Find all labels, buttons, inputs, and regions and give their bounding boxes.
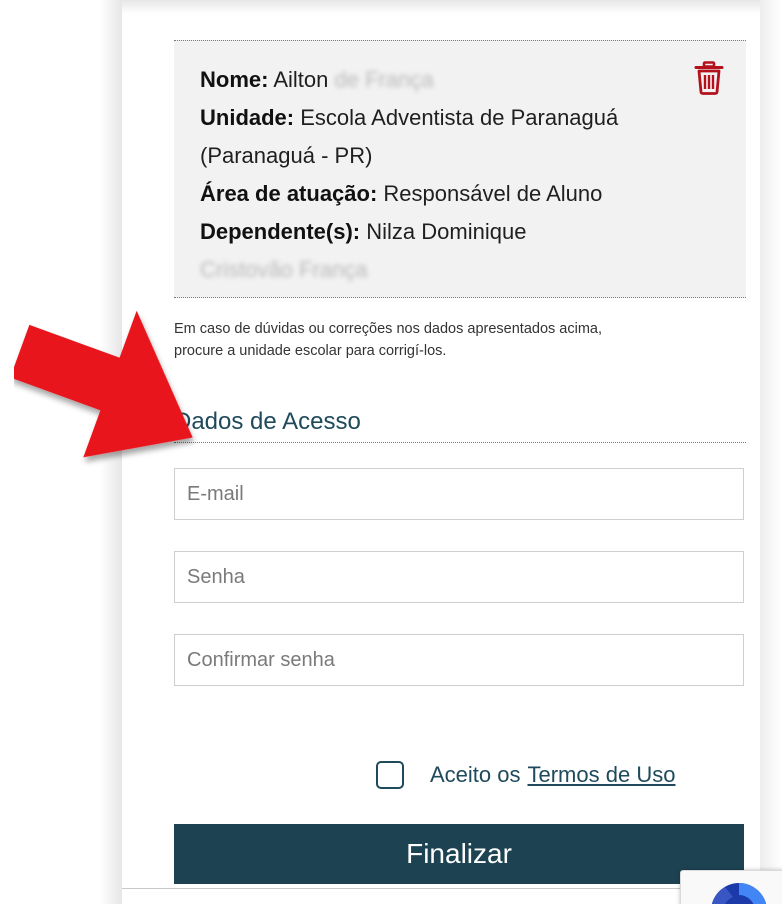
help-text-line-2: procure a unidade escolar para corrigí-l… [174,343,447,359]
email-input[interactable] [174,468,744,520]
name-redacted: de França [334,67,434,92]
terms-of-use-link[interactable]: Termos de Uso [528,762,676,788]
name-value: Ailton [273,67,329,92]
name-row: Nome: Ailton de França [200,61,700,99]
card-shadow-right [760,0,782,904]
name-label: Nome: [200,67,269,92]
user-info-box: Nome: Ailton de França Unidade: Escola A… [174,40,746,298]
card-shadow-top [122,0,760,14]
area-row: Área de atuação: Responsável de Aluno [200,175,700,213]
unit-value: Escola Adventista de Paranaguá [300,105,619,130]
trash-icon[interactable] [694,61,724,95]
dependents-row: Dependente(s): Nilza Dominique [200,213,700,251]
area-label: Área de atuação: [200,181,378,206]
confirm-password-input[interactable] [174,634,744,686]
access-section-title: Dados de Acesso [174,408,746,443]
red-arrow-icon [14,310,193,458]
user-info-lines: Nome: Ailton de França Unidade: Escola A… [200,61,700,289]
registration-card: Nome: Ailton de França Unidade: Escola A… [122,10,760,904]
unit-label: Unidade: [200,105,295,130]
terms-checkbox[interactable] [376,761,404,789]
dependents-redacted: Cristovão França [200,257,368,282]
area-value: Responsável de Aluno [383,181,603,206]
page: Nome: Ailton de França Unidade: Escola A… [0,0,782,904]
terms-row: Aceito os Termos de Uso [376,758,675,792]
unit-row: Unidade: Escola Adventista de Paranaguá [200,99,700,137]
dependents-value: Nilza Dominique [366,219,527,244]
dependents-label: Dependente(s): [200,219,361,244]
unit-city: (Paranaguá - PR) [200,143,373,168]
terms-accept-text: Aceito os [430,762,521,787]
password-input[interactable] [174,551,744,603]
help-text: Em caso de dúvidas ou correções nos dado… [174,318,746,362]
recaptcha-icon[interactable] [680,870,782,904]
finalize-button[interactable]: Finalizar [174,824,744,884]
help-text-line-1: Em caso de dúvidas ou correções nos dado… [174,321,602,337]
